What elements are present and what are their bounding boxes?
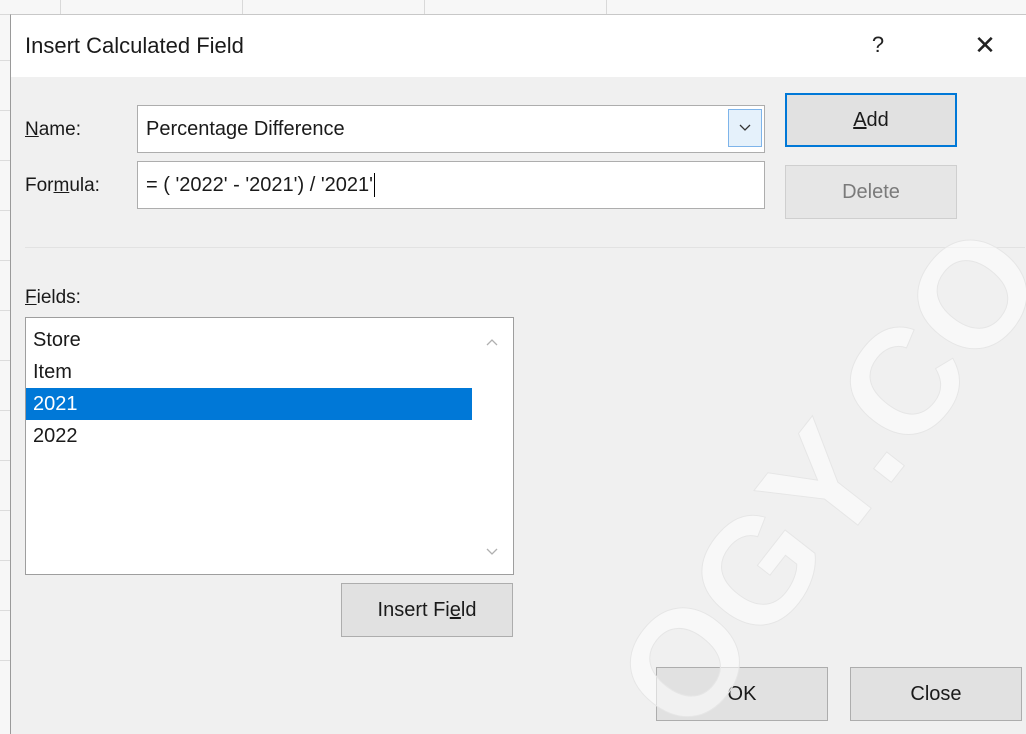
close-button[interactable]: Close: [850, 667, 1022, 721]
close-icon[interactable]: ✕: [969, 29, 1001, 61]
name-dropdown-button[interactable]: [728, 109, 762, 147]
list-item[interactable]: Item: [26, 356, 472, 388]
scroll-down-button[interactable]: [480, 540, 504, 564]
help-button[interactable]: ?: [863, 29, 893, 61]
ok-button[interactable]: OK: [656, 667, 828, 721]
formula-input[interactable]: = ( '2022' - '2021') / '2021': [137, 161, 765, 209]
text-caret: [373, 173, 375, 197]
insert-field-button[interactable]: Insert Fi e ld: [341, 583, 513, 637]
dialog-titlebar: Insert Calculated Field ? ✕: [11, 15, 1026, 77]
delete-button[interactable]: Delete: [785, 165, 957, 219]
dialog-title: Insert Calculated Field: [25, 33, 244, 58]
chevron-up-icon: [486, 339, 498, 346]
scroll-up-button[interactable]: [480, 330, 504, 354]
list-item[interactable]: 2022: [26, 420, 472, 452]
fields-label: Fields:: [25, 287, 81, 308]
list-item[interactable]: Store: [26, 324, 472, 356]
chevron-down-icon: [739, 124, 751, 131]
name-label: Name:: [25, 119, 81, 140]
formula-label: Formula:: [25, 175, 100, 196]
add-button[interactable]: Add: [785, 93, 957, 147]
name-combobox[interactable]: Percentage Difference: [137, 105, 765, 153]
dialog-separator: [25, 247, 1025, 248]
list-item[interactable]: 2021: [26, 388, 472, 420]
fields-listbox[interactable]: Store Item 2021 2022: [25, 317, 514, 575]
name-value: Percentage Difference: [146, 117, 345, 140]
sheet-gridlines: [0, 0, 1026, 15]
formula-value: = ( '2022' - '2021') / '2021': [146, 173, 373, 196]
chevron-down-icon: [486, 548, 498, 555]
insert-calculated-field-dialog: Insert Calculated Field ? ✕ Name: Percen…: [10, 14, 1026, 734]
